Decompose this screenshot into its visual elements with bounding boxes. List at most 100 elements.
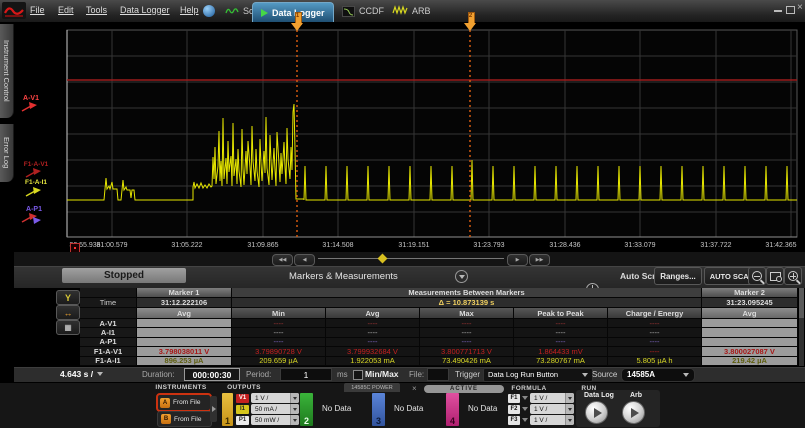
minmax-checkbox[interactable] [353,370,363,380]
f2-select-icon[interactable] [522,407,528,411]
timebase-value: 4.643 s / [60,369,93,379]
duration-value[interactable]: 000:00:30 [184,368,240,381]
scroll-fast-back-button[interactable]: ◀◀ [272,254,293,266]
scroll-back-button[interactable]: ◀ [294,254,315,266]
marker-tool-button[interactable]: Y [56,290,80,305]
menu-edit[interactable]: Edit [58,5,74,15]
channel-3-bar[interactable]: 3 [372,393,385,426]
active-tab-close-icon[interactable]: × [412,384,417,393]
marker-2-handle[interactable]: 2 [464,12,477,31]
zoom-in-button[interactable] [784,267,802,285]
cell-f1-a-v1-m2: 3.800027087 V [724,347,775,356]
maximize-button[interactable] [786,6,795,14]
f3-range-dropdown[interactable]: 1 V / [530,415,574,425]
measure-tool-button[interactable]: ↔ [56,305,80,320]
channel-1-p1-row: P1 50 mW / [236,415,299,425]
marker-1-number: 1 [291,13,304,19]
view-selector-label[interactable]: Markers & Measurements [289,271,398,282]
active-tab[interactable]: ACTIVE [424,385,504,393]
ranges-button[interactable]: Ranges... [654,267,702,285]
layout-tool-button[interactable]: ▦ [56,320,80,335]
period-input[interactable]: 1 [280,368,332,381]
cell-f1-a-i1-avg: 1.922053 mA [350,357,395,366]
menu-data-logger[interactable]: Data Logger [120,5,170,15]
svg-text:31:14.508: 31:14.508 [322,242,353,249]
keysight-logo [2,2,26,19]
cell-f1-a-i1-charge: 5.805 µA h [636,357,672,366]
f3-select-icon[interactable] [522,418,528,422]
col-header-min[interactable]: Min [232,308,326,319]
source-dropdown[interactable]: 14585A [621,368,695,382]
channel-4-bar[interactable]: 4 [446,393,459,426]
marker-1-handle[interactable]: 1 [291,12,304,31]
zoom-out-button[interactable] [748,267,766,285]
f1-range-dropdown[interactable]: 1 V / [530,393,574,403]
cell-a-i1-avg: ---- [368,328,378,337]
marker-1-arrow-icon [291,23,303,31]
channel-1-bar[interactable]: 1 [222,393,233,426]
instruments-header: INSTRUMENTS [150,384,212,391]
instrument-b-button[interactable]: B From File [157,411,212,427]
status-button[interactable]: Stopped [62,268,186,283]
p1-range-value: 50 mW / [255,417,279,424]
col-header-avg[interactable]: Avg [326,308,420,319]
channel-2-bar[interactable]: 2 [300,393,313,426]
svg-text:31:19.151: 31:19.151 [398,242,429,249]
info-icon[interactable] [203,5,215,17]
file-input[interactable] [427,368,449,381]
view-chevron-icon[interactable] [455,270,468,283]
cell-a-i1-ptp: ---- [556,328,566,337]
device-tab[interactable]: 14585C POWER [344,383,400,392]
waveform-plot[interactable]: A-V1 F1-A-V1 F1-A-I1 A-P1 30:55.936 31:0… [14,22,805,253]
period-unit-label: ms [337,370,348,379]
menu-help[interactable]: Help [180,5,199,15]
timebase-dropdown[interactable]: 4.643 s / [60,369,103,379]
cell-f1-a-i1-min: 209.659 µA [259,357,298,366]
scroll-track[interactable] [318,258,504,259]
source-value: 14585A [627,370,655,379]
cell-a-i1-min: ---- [274,328,284,337]
channel-label-f1-a-i1[interactable]: F1-A-I1 [25,179,47,186]
trigger-dropdown[interactable]: Data Log Run Button [483,368,593,382]
scroll-forward-button[interactable]: ▶ [507,254,528,266]
i1-range-dropdown[interactable]: 50 mA / [251,404,299,414]
cell-f1-a-v1-charge: ---- [650,347,660,356]
close-button[interactable]: × [797,4,803,12]
data-log-run-button[interactable] [585,401,608,424]
sidebar-tab-instrument-control[interactable]: Instrument Control [0,24,14,118]
zoom-in-icon [788,271,798,281]
zoom-region-button[interactable] [766,267,784,285]
svg-text:31:33.079: 31:33.079 [624,242,655,249]
col-header-max[interactable]: Max [420,308,514,319]
tab-ccdf[interactable]: CCDF [338,3,388,19]
instruments-expander[interactable] [210,396,217,422]
marker1-header[interactable]: Marker 1 [137,288,232,298]
cell-f1-a-v1-ptp: 1.864433 mV [538,347,583,356]
channel-label-a-v1[interactable]: A-V1 [23,95,39,102]
channel-label-a-p1[interactable]: A-P1 [26,206,42,213]
tab-arb[interactable]: ARB [388,3,435,19]
col-header-charge[interactable]: Charge / Energy [608,308,702,319]
f2-range-dropdown[interactable]: 1 V / [530,404,574,414]
arb-run-button[interactable] [622,401,645,424]
marker2-header[interactable]: Marker 2 [702,288,798,298]
col-header-ptp[interactable]: Peak to Peak [514,308,608,319]
arb-label: Arb [630,392,642,399]
p1-range-dropdown[interactable]: 50 mW / [251,415,299,425]
svg-text:31:28.436: 31:28.436 [549,242,580,249]
menu-file[interactable]: File [30,5,45,15]
f2-range-value: 1 V / [534,406,547,413]
cell-f1-a-i1-m1: 896.253 µA [165,357,204,366]
cell-a-p1-max: ---- [462,338,472,347]
instrument-a-button[interactable]: A From File [156,393,212,412]
minimize-button[interactable] [774,10,782,12]
scroll-fast-forward-button[interactable]: ▶▶ [529,254,550,266]
row-label-a-v1: A-V1 [80,319,137,328]
menu-tools[interactable]: Tools [86,5,107,15]
sidebar-tab-error-log[interactable]: Error Log [0,124,14,182]
svg-text:31:05.222: 31:05.222 [171,242,202,249]
channel-label-f1-a-v1[interactable]: F1-A-V1 [24,161,49,168]
v1-range-dropdown[interactable]: 1 V / [251,393,299,403]
f1-select-icon[interactable] [522,396,528,400]
table-scrollbar[interactable] [799,288,804,366]
